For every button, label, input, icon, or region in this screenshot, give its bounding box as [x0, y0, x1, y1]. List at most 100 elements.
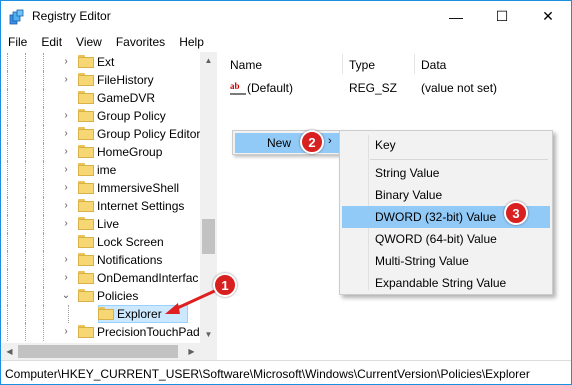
- value-name: (Default): [247, 81, 294, 95]
- column-divider[interactable]: [342, 54, 343, 74]
- column-header-name[interactable]: Name: [230, 58, 262, 72]
- submenu-item-multi-string-value[interactable]: Multi-String Value: [342, 250, 550, 272]
- column-header-type[interactable]: Type: [349, 58, 375, 72]
- tree-guide-line: [43, 161, 44, 179]
- tree-item[interactable]: › Group Policy Editor: [1, 125, 201, 143]
- folder-icon: [78, 289, 94, 302]
- scroll-down-icon[interactable]: ▼: [200, 326, 217, 343]
- tree-guide-line: [7, 71, 8, 89]
- scroll-up-icon[interactable]: ▲: [200, 52, 217, 69]
- step-badge-3: 3: [504, 201, 528, 225]
- folder-icon: [78, 181, 94, 194]
- folder-icon: [78, 253, 94, 266]
- chevron-down-icon[interactable]: ⌄: [61, 290, 71, 302]
- title-bar: Registry Editor — ☐ ✕: [1, 1, 571, 32]
- tree-item[interactable]: › Notifications: [1, 251, 201, 269]
- chevron-right-icon[interactable]: ›: [61, 254, 71, 266]
- tree-item-label: HomeGroup: [97, 145, 163, 159]
- chevron-right-icon[interactable]: ›: [61, 326, 71, 338]
- tree-horizontal-scrollbar[interactable]: ◀ ▶: [1, 343, 217, 360]
- chevron-right-icon[interactable]: ›: [61, 128, 71, 140]
- menu-separator: [370, 159, 548, 160]
- tree-item[interactable]: › HomeGroup: [1, 143, 201, 161]
- tree-item-label: FileHistory: [97, 73, 154, 87]
- chevron-right-icon[interactable]: ›: [61, 200, 71, 212]
- tree-item[interactable]: › FileHistory: [1, 71, 201, 89]
- menu-bar: File Edit View Favorites Help: [1, 32, 571, 52]
- tree-item-label: Notifications: [97, 253, 163, 267]
- close-button[interactable]: ✕: [525, 1, 571, 32]
- tree-guide-line: [7, 197, 8, 215]
- scroll-right-icon[interactable]: ▶: [183, 343, 200, 360]
- tree-item-label: Group Policy Editor: [97, 127, 201, 141]
- column-divider[interactable]: [414, 54, 415, 74]
- scroll-thumb-horizontal[interactable]: [18, 345, 178, 358]
- submenu-item-label: DWORD (32-bit) Value: [375, 210, 497, 224]
- tree-guide-line: [43, 107, 44, 125]
- window-title: Registry Editor: [32, 9, 111, 23]
- tree-guide-line: [25, 287, 26, 305]
- tree-guide-line: [25, 197, 26, 215]
- tree-guide-line: [25, 53, 26, 71]
- tree-guide-line: [43, 125, 44, 143]
- scroll-thumb[interactable]: [202, 219, 215, 254]
- submenu-item-key[interactable]: Key: [342, 134, 550, 156]
- tree-guide-line: [25, 161, 26, 179]
- tree-guide-line: [43, 179, 44, 197]
- menu-edit[interactable]: Edit: [34, 32, 69, 52]
- tree-item[interactable]: › ImmersiveShell: [1, 179, 201, 197]
- tree-guide-line: [25, 305, 26, 323]
- chevron-right-icon[interactable]: ›: [61, 218, 71, 230]
- value-row[interactable]: ab (Default) REG_SZ (value not set): [222, 79, 571, 97]
- tree-guide-line: [7, 161, 8, 179]
- submenu-item-label: Binary Value: [375, 188, 443, 202]
- submenu-item-expandable-string-value[interactable]: Expandable String Value: [342, 272, 550, 294]
- minimize-button[interactable]: —: [433, 1, 479, 32]
- folder-icon: [78, 109, 94, 122]
- tree-guide-line: [25, 215, 26, 233]
- menu-view[interactable]: View: [69, 32, 109, 52]
- tree-guide-line: [7, 89, 8, 107]
- registry-path: Computer\HKEY_CURRENT_USER\Software\Micr…: [5, 367, 530, 381]
- tree-item-label: Ext: [97, 55, 115, 69]
- tree-guide-line: [43, 305, 44, 323]
- submenu-item-qword-value[interactable]: QWORD (64-bit) Value: [342, 228, 550, 250]
- tree-item[interactable]: › Group Policy: [1, 107, 201, 125]
- tree-guide-line: [7, 287, 8, 305]
- tree-item[interactable]: Lock Screen: [1, 233, 201, 251]
- chevron-right-icon[interactable]: ›: [61, 74, 71, 86]
- chevron-right-icon[interactable]: ›: [61, 146, 71, 158]
- tree-item[interactable]: GameDVR: [1, 89, 201, 107]
- tree-item[interactable]: › ime: [1, 161, 201, 179]
- submenu-arrow-icon: ›: [328, 135, 332, 147]
- tree-item-label: GameDVR: [97, 91, 156, 105]
- chevron-right-icon[interactable]: ›: [61, 56, 71, 68]
- tree-guide-line: [7, 269, 8, 287]
- tree-item-label: PrecisionTouchPad: [97, 325, 200, 339]
- folder-icon: [78, 271, 94, 284]
- tree-item[interactable]: › Live: [1, 215, 201, 233]
- string-value-icon: ab: [230, 81, 246, 95]
- tree-guide-line: [25, 323, 26, 341]
- tree-item[interactable]: › PrecisionTouchPad: [1, 323, 201, 341]
- menu-help[interactable]: Help: [172, 32, 211, 52]
- menu-file[interactable]: File: [1, 32, 34, 52]
- tree-guide-line: [43, 143, 44, 161]
- column-header-data[interactable]: Data: [421, 58, 446, 72]
- tree-guide-line: [25, 143, 26, 161]
- tree-guide-line: [43, 233, 44, 251]
- maximize-button[interactable]: ☐: [479, 1, 525, 32]
- menu-favorites[interactable]: Favorites: [109, 32, 172, 52]
- status-bar: Computer\HKEY_CURRENT_USER\Software\Micr…: [1, 360, 571, 384]
- registry-editor-icon: [9, 9, 24, 25]
- tree-guide-line: [7, 215, 8, 233]
- chevron-right-icon[interactable]: ›: [61, 164, 71, 176]
- chevron-right-icon[interactable]: ›: [61, 272, 71, 284]
- tree-item[interactable]: › Internet Settings: [1, 197, 201, 215]
- scroll-left-icon[interactable]: ◀: [1, 343, 18, 360]
- tree-item[interactable]: › Ext: [1, 53, 201, 71]
- tree-guide-line: [43, 269, 44, 287]
- chevron-right-icon[interactable]: ›: [61, 110, 71, 122]
- chevron-right-icon[interactable]: ›: [61, 182, 71, 194]
- submenu-item-string-value[interactable]: String Value: [342, 162, 550, 184]
